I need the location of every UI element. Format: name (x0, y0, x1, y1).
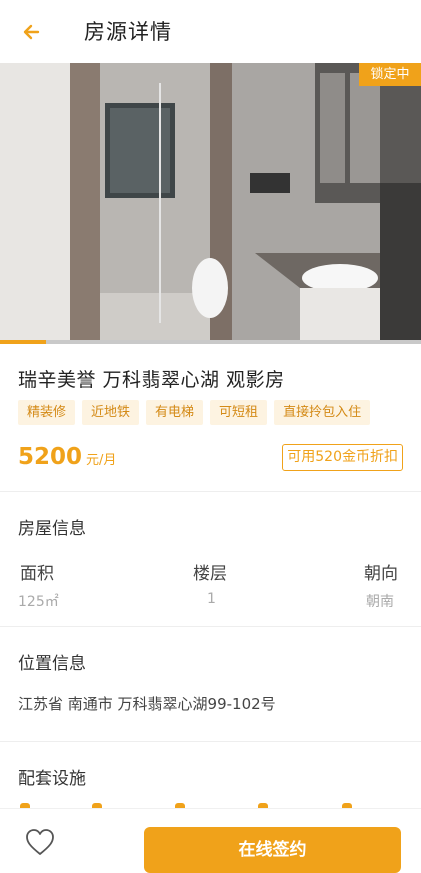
divider (0, 741, 421, 742)
arrow-left-icon[interactable] (18, 18, 46, 46)
house-info-title: 房屋信息 (18, 519, 86, 539)
divider (0, 626, 421, 627)
feature-tags: 精装修 近地铁 有电梯 可短租 直接拎包入住 (18, 400, 371, 425)
tag: 可短租 (210, 400, 268, 425)
listing-title: 瑞辛美誉 万科翡翠心湖 观影房 (18, 369, 285, 391)
tag: 直接拎包入住 (274, 400, 371, 425)
orientation-value: 朝南 (366, 594, 394, 610)
facilities-title: 配套设施 (18, 769, 86, 789)
lock-status-badge: 锁定中 (359, 63, 421, 86)
online-sign-button[interactable]: 在线签约 (144, 827, 401, 873)
top-bar: 房源详情 (0, 0, 421, 63)
bathroom-photo (0, 63, 421, 344)
price: 5200 元/月 (18, 444, 116, 470)
address-text[interactable]: 江苏省 南通市 万科翡翠心湖99-102号 (18, 693, 276, 714)
price-amount: 5200 (18, 444, 83, 470)
area-label: 面积 (20, 564, 54, 584)
floor-value: 1 (207, 591, 216, 607)
price-unit: 元/月 (86, 453, 117, 468)
tag: 有电梯 (146, 400, 204, 425)
area-value: 125㎡ (18, 594, 59, 610)
tag: 近地铁 (82, 400, 140, 425)
heart-outline-icon[interactable] (24, 827, 56, 857)
orientation-label: 朝向 (364, 564, 398, 584)
carousel-progress (0, 340, 47, 344)
floor-label: 楼层 (193, 564, 227, 584)
page-title: 房源详情 (84, 20, 172, 44)
listing-photo[interactable] (0, 63, 421, 344)
tag: 精装修 (18, 400, 76, 425)
carousel-indicator (0, 340, 421, 344)
divider (0, 491, 421, 492)
coin-discount-button[interactable]: 可用520金币折扣 (282, 444, 403, 471)
location-title: 位置信息 (18, 654, 86, 674)
